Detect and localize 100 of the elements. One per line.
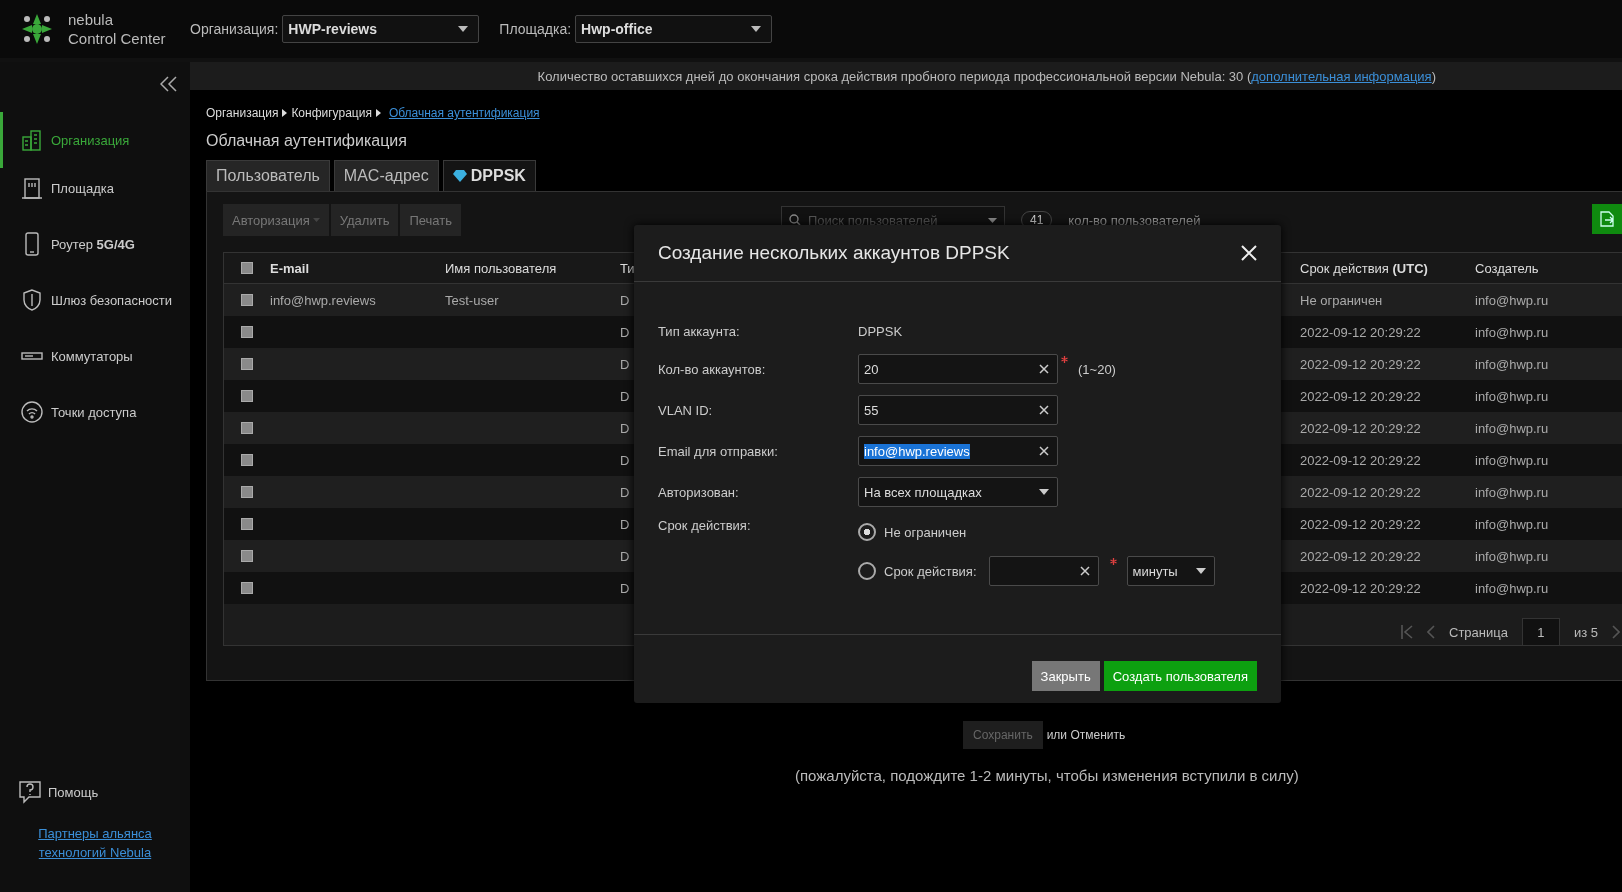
chevron-icon bbox=[282, 109, 288, 117]
field-label: Кол-во аккаунтов: bbox=[658, 361, 767, 377]
brand-subtitle: Control Center bbox=[68, 29, 166, 48]
table-cell: D bbox=[620, 516, 630, 532]
caret-icon bbox=[751, 26, 762, 32]
breadcrumb-item[interactable]: Конфигурация bbox=[291, 106, 372, 120]
table-cell: 2022-09-12 20:29:22 bbox=[1300, 580, 1421, 596]
radio-button[interactable] bbox=[858, 523, 876, 541]
site-select[interactable]: Hwp-office bbox=[575, 15, 773, 43]
caret-icon bbox=[312, 218, 320, 222]
column-header[interactable]: Создатель bbox=[1475, 260, 1615, 276]
duration-field[interactable] bbox=[988, 556, 1099, 586]
unit-select[interactable]: минуты bbox=[1126, 556, 1215, 586]
shield-icon bbox=[21, 288, 43, 312]
user-count-label: кол-во пользователей bbox=[1068, 212, 1201, 228]
input-field[interactable]: 55 bbox=[858, 395, 1058, 425]
nav-item[interactable]: Роутер 5G/4G bbox=[0, 224, 190, 264]
column-header[interactable]: Срок действия (UTC) bbox=[1300, 260, 1475, 276]
row-checkbox[interactable] bbox=[241, 422, 253, 434]
wait-note: (пожалуйста, подождите 1-2 минуты, чтобы изменения вступили в силу) bbox=[795, 767, 1300, 784]
input-field[interactable]: 20 bbox=[858, 354, 1058, 384]
authorized-select[interactable]: На всех площадках bbox=[858, 477, 1058, 507]
table-cell: info@hwp.ru bbox=[1475, 420, 1549, 436]
range-hint: (1~20) bbox=[1078, 361, 1116, 377]
breadcrumb-current[interactable]: Облачная аутентификация bbox=[388, 106, 540, 120]
logo-icon bbox=[20, 12, 54, 46]
dialog-button[interactable]: Закрыть bbox=[1031, 661, 1100, 691]
table-cell: D bbox=[620, 580, 630, 596]
table-cell: info@hwp.ru bbox=[1475, 292, 1549, 308]
table-cell: 2022-09-12 20:29:22 bbox=[1300, 388, 1421, 404]
select-all-checkbox[interactable] bbox=[241, 262, 253, 274]
partners-link[interactable]: Партнеры альянса технологий Nebula bbox=[0, 804, 190, 892]
row-checkbox[interactable] bbox=[241, 294, 253, 306]
dialog-title: Создание нескольких аккаунтов DPPSK bbox=[658, 242, 1010, 264]
building-icon bbox=[21, 128, 43, 152]
table-cell: info@hwp.ru bbox=[1475, 484, 1549, 500]
row-checkbox[interactable] bbox=[241, 550, 253, 562]
table-cell: 2022-09-12 20:29:22 bbox=[1300, 516, 1421, 532]
wifi-icon bbox=[21, 400, 43, 424]
column-header[interactable]: Имя пользователя bbox=[445, 260, 620, 276]
clear-icon[interactable] bbox=[1039, 405, 1049, 415]
table-cell: info@hwp.ru bbox=[1475, 548, 1549, 564]
door-icon bbox=[21, 176, 43, 200]
row-checkbox[interactable] bbox=[241, 326, 253, 338]
table-cell: 2022-09-12 20:29:22 bbox=[1300, 452, 1421, 468]
close-icon[interactable] bbox=[1241, 245, 1257, 261]
input-field[interactable]: info@hwp.reviews bbox=[858, 436, 1058, 466]
row-checkbox[interactable] bbox=[241, 454, 253, 466]
row-checkbox[interactable] bbox=[241, 390, 253, 402]
page-input[interactable]: 1 bbox=[1521, 618, 1560, 646]
cancel-link[interactable]: или Отменить bbox=[1046, 728, 1126, 742]
export-icon bbox=[1600, 211, 1614, 227]
column-header[interactable]: E-mail bbox=[270, 260, 445, 276]
table-cell: 2022-09-12 20:29:22 bbox=[1300, 324, 1421, 340]
field-value: DPPSK bbox=[858, 323, 903, 339]
row-checkbox[interactable] bbox=[241, 358, 253, 370]
export-button[interactable] bbox=[1592, 204, 1622, 234]
help-link[interactable]: Помощь bbox=[0, 780, 190, 804]
breadcrumb-item[interactable]: Организация bbox=[206, 106, 279, 120]
clear-icon[interactable] bbox=[1039, 364, 1049, 374]
table-cell: info@hwp.ru bbox=[1475, 580, 1549, 596]
help-icon bbox=[18, 780, 42, 804]
required-icon bbox=[1109, 558, 1117, 565]
organization-select[interactable]: HWP-reviews bbox=[282, 15, 480, 43]
field-label: Авторизован: bbox=[658, 484, 740, 500]
nav-item[interactable]: Коммутаторы bbox=[0, 336, 190, 376]
tab[interactable]: Пользователь bbox=[206, 160, 330, 191]
table-cell: info@hwp.ru bbox=[1475, 516, 1549, 532]
row-checkbox[interactable] bbox=[241, 518, 253, 530]
tab[interactable]: MAC-адрес bbox=[333, 160, 439, 191]
row-checkbox[interactable] bbox=[241, 486, 253, 498]
table-cell: D bbox=[620, 548, 630, 564]
table-cell: info@hwp.reviews bbox=[270, 292, 376, 308]
chevron-icon bbox=[375, 109, 381, 117]
collapse-icon[interactable] bbox=[160, 76, 178, 92]
previous-page-icon[interactable] bbox=[1427, 625, 1435, 639]
nav-item[interactable]: Точки доступа bbox=[0, 392, 190, 432]
first-page-icon[interactable] bbox=[1401, 625, 1413, 639]
nav-item[interactable]: Шлюз безопасности bbox=[0, 280, 190, 320]
table-cell: Test-user bbox=[445, 292, 499, 308]
table-cell: D bbox=[620, 324, 630, 340]
radio-label: Не ограничен bbox=[884, 524, 967, 540]
field-label: VLAN ID: bbox=[658, 402, 714, 418]
page-title: Облачная аутентификация bbox=[206, 132, 408, 150]
caret-icon[interactable] bbox=[988, 218, 997, 223]
clear-icon[interactable] bbox=[1039, 446, 1049, 456]
radio-button[interactable] bbox=[858, 562, 876, 580]
table-cell: info@hwp.ru bbox=[1475, 388, 1549, 404]
nav-item[interactable]: Организация bbox=[0, 112, 190, 168]
organization-label: Организация: bbox=[190, 21, 279, 37]
trial-notice: Количество оставшихся дней до окончания срока действия пробного периода профессиональной версии Nebula: 30 (дополнительная информация) bbox=[537, 68, 1436, 84]
clear-icon[interactable] bbox=[1079, 566, 1090, 576]
more-info-link[interactable]: дополнительная информация bbox=[1251, 68, 1432, 84]
next-page-icon[interactable] bbox=[1612, 625, 1620, 639]
row-checkbox[interactable] bbox=[241, 582, 253, 594]
tab[interactable]: DPPSK bbox=[442, 160, 536, 191]
page-label: Страница bbox=[1449, 624, 1508, 640]
nav-item[interactable]: Площадка bbox=[0, 168, 190, 208]
table-cell: 2022-09-12 20:29:22 bbox=[1300, 356, 1421, 372]
caret-icon bbox=[458, 26, 469, 32]
